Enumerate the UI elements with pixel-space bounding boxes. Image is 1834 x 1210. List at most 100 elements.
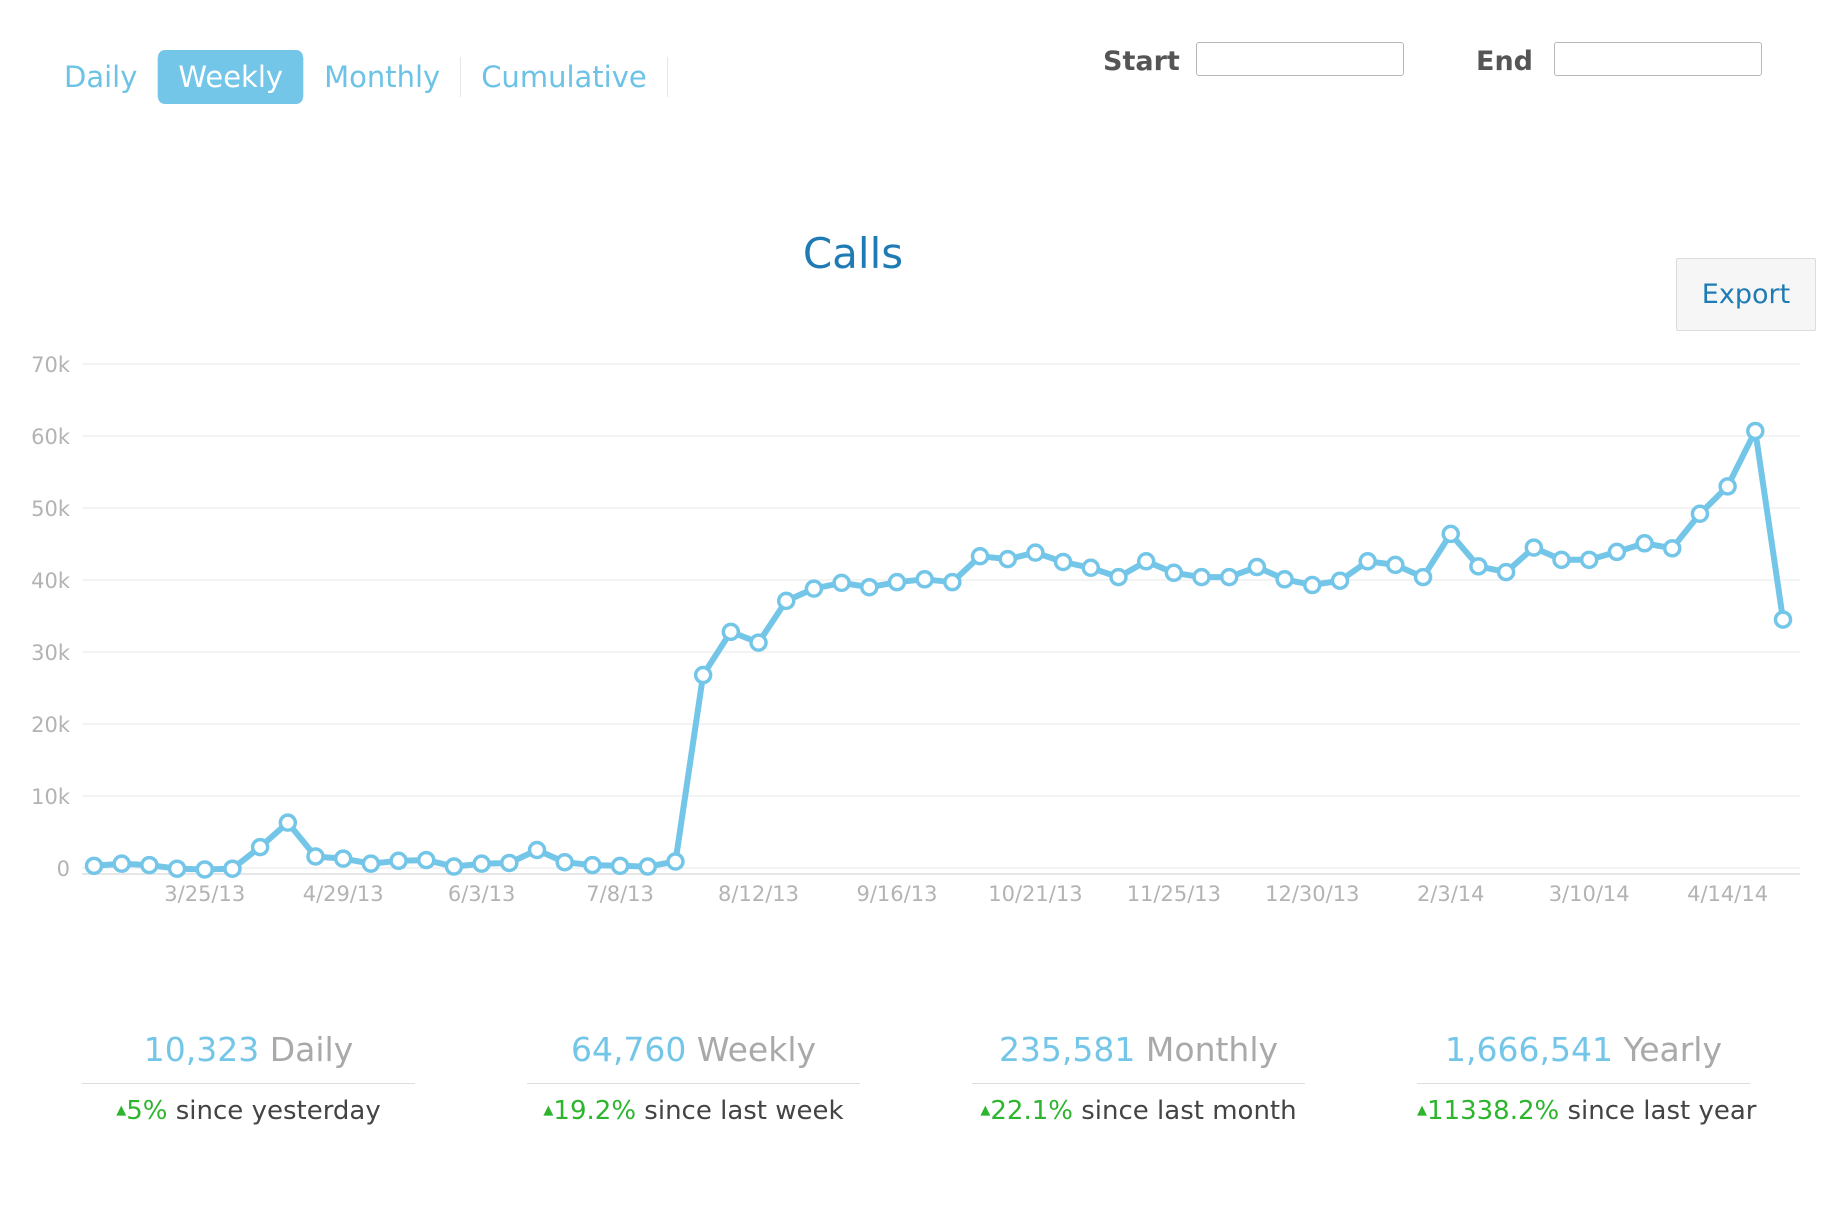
tab-daily[interactable]: Daily xyxy=(44,50,157,104)
data-point xyxy=(610,856,630,876)
data-point xyxy=(1053,552,1073,572)
data-point xyxy=(195,860,215,879)
data-point xyxy=(1358,552,1377,571)
x-tick-label: 6/3/13 xyxy=(448,882,516,906)
calls-series-line xyxy=(91,428,1786,873)
tab-weekly[interactable]: Weekly xyxy=(158,50,304,104)
data-point xyxy=(1386,555,1405,575)
data-point xyxy=(140,855,159,875)
x-tick-label: 3/10/14 xyxy=(1549,882,1630,906)
data-point xyxy=(1579,550,1599,570)
stat-weekly: 64,760 Weekly ▲19.2% since last week xyxy=(527,1030,860,1126)
stat-unit: Weekly xyxy=(696,1030,817,1069)
data-point xyxy=(1718,477,1737,496)
data-point xyxy=(1773,610,1793,629)
data-point xyxy=(1662,539,1682,558)
chart-title: Calls xyxy=(803,229,903,278)
stat-weekly-change: ▲19.2% since last week xyxy=(527,1096,860,1126)
change-percent: 19.2% xyxy=(553,1096,637,1126)
data-point xyxy=(1552,550,1571,570)
x-tick-label: 8/12/13 xyxy=(718,882,799,906)
data-point xyxy=(638,857,658,876)
data-point xyxy=(112,854,131,873)
data-point xyxy=(223,859,242,878)
data-point xyxy=(721,622,741,642)
stat-yearly-total: 1,666,541 Yearly xyxy=(1417,1030,1750,1084)
data-point xyxy=(1303,575,1322,595)
x-tick-label: 4/14/14 xyxy=(1687,882,1768,906)
data-point xyxy=(444,857,464,876)
data-point xyxy=(306,847,325,866)
stat-yearly-change: ▲11338.2% since last year xyxy=(1417,1096,1756,1126)
data-point xyxy=(1247,557,1267,577)
data-point xyxy=(1219,567,1239,587)
data-point xyxy=(887,572,907,592)
data-point xyxy=(1469,557,1488,576)
stat-value: 1,666,541 xyxy=(1444,1030,1613,1069)
x-tick-label: 11/25/13 xyxy=(1127,882,1221,906)
data-point xyxy=(555,852,574,872)
data-point xyxy=(1164,563,1184,583)
data-point xyxy=(860,577,879,597)
change-period: since last week xyxy=(644,1096,844,1126)
data-point xyxy=(1746,421,1765,441)
stat-monthly-change: ▲22.1% since last month xyxy=(972,1096,1305,1126)
data-point xyxy=(804,579,824,598)
data-point xyxy=(1275,570,1294,589)
period-tabs: Daily Weekly Monthly Cumulative xyxy=(44,50,668,104)
data-point xyxy=(417,850,436,870)
data-point xyxy=(832,573,851,593)
data-point xyxy=(943,572,962,592)
data-point xyxy=(1496,562,1516,582)
data-point xyxy=(1635,534,1654,553)
data-point xyxy=(749,633,768,652)
data-point xyxy=(500,853,519,873)
data-point xyxy=(693,665,713,685)
calls-chart: Calls 0 10k 20k 30k 40k 50k 60k 70k 3/25/13 4/29/1… xyxy=(31,229,1800,906)
y-tick-label: 50k xyxy=(31,497,71,521)
triangle-up-icon: ▲ xyxy=(543,1103,554,1118)
change-period: since last year xyxy=(1567,1096,1757,1126)
data-point xyxy=(1607,542,1627,562)
triangle-up-icon: ▲ xyxy=(1417,1103,1427,1118)
end-date-input[interactable] xyxy=(1554,42,1762,76)
change-period: since yesterday xyxy=(175,1096,381,1126)
tab-divider xyxy=(666,57,668,97)
x-tick-label: 9/16/13 xyxy=(856,882,937,906)
data-point xyxy=(1413,567,1433,587)
data-point xyxy=(1192,567,1211,587)
data-point xyxy=(1026,543,1045,562)
data-point xyxy=(583,855,602,875)
data-point xyxy=(278,813,298,832)
change-percent: 5% xyxy=(126,1096,168,1126)
stat-daily-total: 10,323 Daily xyxy=(82,1030,415,1084)
y-tick-label: 0 xyxy=(57,857,70,881)
data-point xyxy=(1081,558,1101,578)
data-point xyxy=(84,856,104,876)
data-point xyxy=(666,852,685,871)
triangle-up-icon: ▲ xyxy=(980,1103,991,1118)
data-point xyxy=(915,570,934,589)
y-tick-label: 60k xyxy=(31,425,71,449)
tab-monthly[interactable]: Monthly xyxy=(304,50,460,104)
data-point xyxy=(776,591,796,611)
stat-monthly: 235,581 Monthly ▲22.1% since last month xyxy=(972,1030,1305,1126)
tab-cumulative[interactable]: Cumulative xyxy=(461,50,667,104)
data-point xyxy=(472,854,491,873)
triangle-up-icon: ▲ xyxy=(116,1103,127,1118)
export-button[interactable]: Export xyxy=(1676,258,1816,331)
x-tick-label: 12/30/13 xyxy=(1265,882,1359,906)
stat-weekly-total: 64,760 Weekly xyxy=(527,1030,860,1084)
data-point xyxy=(333,849,353,868)
data-point xyxy=(250,837,270,857)
x-tick-label: 7/8/13 xyxy=(586,882,654,906)
x-tick-label: 3/25/13 xyxy=(164,882,245,906)
stat-value: 10,323 xyxy=(143,1030,260,1069)
data-point xyxy=(527,840,547,860)
data-point xyxy=(1330,571,1350,590)
start-date-input[interactable] xyxy=(1196,42,1404,76)
stats-summary: 10,323 Daily ▲5% since yesterday 64,760 … xyxy=(82,1030,1782,1150)
x-tick-label: 2/3/14 xyxy=(1417,882,1485,906)
end-date-label: End xyxy=(1476,46,1533,77)
data-point xyxy=(1136,552,1156,571)
